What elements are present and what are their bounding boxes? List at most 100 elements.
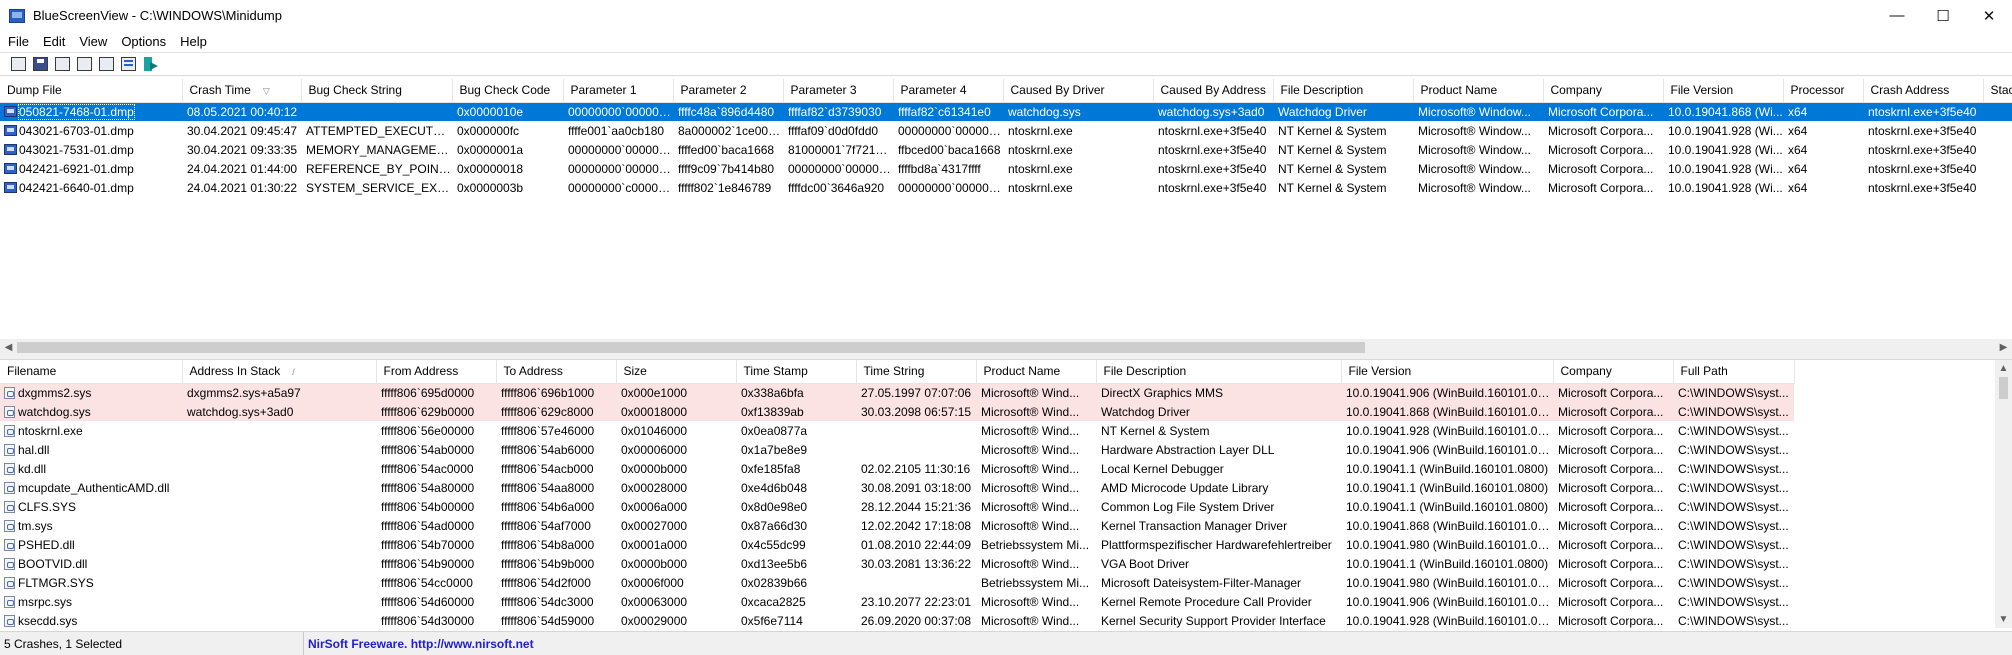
driver-header-time-stamp[interactable]: Time Stamp bbox=[736, 360, 857, 384]
save-button[interactable] bbox=[31, 55, 50, 74]
crash-header-company[interactable]: Company bbox=[1543, 79, 1664, 103]
driver-cell-full-path: C:\WINDOWS\syst... bbox=[1678, 537, 1789, 552]
crash-list[interactable]: Dump File Crash Time ▽ Bug Check String Bug … bbox=[0, 79, 2012, 339]
driver-cell-product-name: Microsoft® Wind... bbox=[981, 423, 1080, 438]
driver-row[interactable]: CLFS.SYS fffff806`54b00000 fffff806`54b6a0… bbox=[0, 497, 1794, 516]
driver-cell-file-version: 10.0.19041.868 (WinBuild.160101.0800) bbox=[1346, 518, 1553, 533]
crash-header-caused-by-address[interactable]: Caused By Address bbox=[1153, 79, 1274, 103]
maximize-button[interactable]: ☐ bbox=[1920, 0, 1966, 31]
scroll-down-icon[interactable]: ▼ bbox=[1995, 611, 2012, 628]
driver-cell-filename: msrpc.sys bbox=[0, 592, 182, 611]
crash-cell-file-description: NT Kernel & System bbox=[1278, 142, 1387, 157]
driver-row[interactable]: kd.dll fffff806`54ac0000 fffff806`54acb000… bbox=[0, 459, 1794, 478]
driver-row[interactable]: FLTMGR.SYS fffff806`54cc0000 fffff806`54d2… bbox=[0, 573, 1794, 592]
driver-file-icon bbox=[4, 519, 15, 532]
driver-row[interactable]: hal.dll fffff806`54ab0000 fffff806`54ab600… bbox=[0, 440, 1794, 459]
menu-view[interactable]: View bbox=[72, 34, 114, 49]
driver-filename: BOOTVID.dll bbox=[18, 556, 88, 571]
crash-cell-parameter-4: 00000000`000000... bbox=[898, 123, 1003, 138]
driver-row[interactable]: watchdog.sys watchdog.sys+3ad0 fffff806`62… bbox=[0, 402, 1794, 421]
menu-help[interactable]: Help bbox=[173, 34, 214, 49]
crash-row[interactable]: 050821-7468-01.dmp 08.05.2021 00:40:12 0x0… bbox=[0, 102, 2012, 121]
crash-header-parameter-4[interactable]: Parameter 4 bbox=[893, 79, 1004, 103]
driver-header-full-path[interactable]: Full Path bbox=[1673, 360, 1795, 384]
driver-header-file-version[interactable]: File Version bbox=[1341, 360, 1554, 384]
driver-cell-filename: tm.sys bbox=[0, 516, 182, 535]
toolbar bbox=[0, 52, 2012, 76]
driver-row[interactable]: tm.sys fffff806`54ad0000 fffff806`54af7000… bbox=[0, 516, 1794, 535]
driver-header-file-description[interactable]: File Description bbox=[1096, 360, 1342, 384]
menu-options[interactable]: Options bbox=[114, 34, 173, 49]
menu-edit[interactable]: Edit bbox=[36, 34, 72, 49]
driver-cell-filename: kd.dll bbox=[0, 459, 182, 478]
crash-row[interactable]: 042421-6640-01.dmp 24.04.2021 01:30:22 SYS… bbox=[0, 178, 2012, 197]
crash-header-processor[interactable]: Processor bbox=[1783, 79, 1864, 103]
crash-header-label: Bug Check String bbox=[308, 83, 402, 98]
advanced-options-button[interactable] bbox=[97, 55, 116, 74]
driver-filename: hal.dll bbox=[18, 442, 50, 457]
dump-file-icon bbox=[4, 162, 17, 174]
crash-header-parameter-2[interactable]: Parameter 2 bbox=[673, 79, 784, 103]
copy-icon bbox=[77, 57, 92, 71]
crash-cell-crash-address: ntoskrnl.exe+3f5e40 bbox=[1868, 142, 1977, 157]
crash-header-file-description[interactable]: File Description bbox=[1273, 79, 1414, 103]
crash-header-parameter-1[interactable]: Parameter 1 bbox=[563, 79, 674, 103]
close-button[interactable]: ✕ bbox=[1966, 0, 2012, 31]
crash-header-crash-address[interactable]: Crash Address bbox=[1863, 79, 1984, 103]
driver-cell-time-string: 30.08.2091 03:18:00 bbox=[861, 480, 972, 495]
driver-row[interactable]: mcupdate_AuthenticAMD.dll fffff806`54a800… bbox=[0, 478, 1794, 497]
driver-cell-filename: mcupdate_AuthenticAMD.dll bbox=[0, 478, 182, 497]
crash-row[interactable]: 043021-7531-01.dmp 30.04.2021 09:33:35 MEM… bbox=[0, 140, 2012, 159]
driver-header-time-string[interactable]: Time String bbox=[856, 360, 977, 384]
crash-header-bug-check-code[interactable]: Bug Check Code bbox=[452, 79, 564, 103]
driver-header-from-address[interactable]: From Address bbox=[376, 360, 497, 384]
driver-header-filename[interactable]: Filename bbox=[0, 360, 183, 384]
nirsoft-link[interactable]: NirSoft Freeware. http://www.nirsoft.net bbox=[304, 637, 534, 651]
driver-header-size[interactable]: Size bbox=[616, 360, 737, 384]
scroll-right-icon[interactable]: ▶ bbox=[1995, 339, 2012, 356]
driver-row[interactable]: msrpc.sys fffff806`54d60000 fffff806`54dc3… bbox=[0, 592, 1794, 611]
crash-row[interactable]: 043021-6703-01.dmp 30.04.2021 09:45:47 ATT… bbox=[0, 121, 2012, 140]
crash-header-product-name[interactable]: Product Name bbox=[1413, 79, 1544, 103]
driver-cell-file-description: Kernel Transaction Manager Driver bbox=[1101, 518, 1288, 533]
refresh-button[interactable] bbox=[53, 55, 72, 74]
driver-header-product-name[interactable]: Product Name bbox=[976, 360, 1097, 384]
crash-header-crash-time[interactable]: Crash Time ▽ bbox=[182, 79, 302, 103]
minimize-button[interactable]: — bbox=[1874, 0, 1920, 31]
driver-row[interactable]: ksecdd.sys fffff806`54d30000 fffff806`54d5… bbox=[0, 611, 1794, 628]
driver-header-company[interactable]: Company bbox=[1553, 360, 1674, 384]
crash-header-dump-file[interactable]: Dump File bbox=[0, 79, 183, 103]
driver-list[interactable]: Filename Address In Stack / From Address To … bbox=[0, 360, 2012, 628]
crash-header-caused-by-driver[interactable]: Caused By Driver bbox=[1003, 79, 1154, 103]
driver-header-to-address[interactable]: To Address bbox=[496, 360, 617, 384]
driver-cell-time-stamp: 0xfe185fa8 bbox=[741, 461, 801, 476]
driver-row[interactable]: ntoskrnl.exe fffff806`56e00000 fffff806`57… bbox=[0, 421, 1794, 440]
driver-filename: dxgmms2.sys bbox=[18, 385, 92, 400]
exit-button[interactable] bbox=[141, 55, 160, 74]
hscroll-thumb[interactable] bbox=[17, 342, 1365, 353]
vscroll-thumb[interactable] bbox=[1999, 377, 2008, 399]
scroll-left-icon[interactable]: ◀ bbox=[0, 339, 17, 356]
crash-row[interactable]: 042421-6921-01.dmp 24.04.2021 01:44:00 REF… bbox=[0, 159, 2012, 178]
crash-header-parameter-3[interactable]: Parameter 3 bbox=[783, 79, 894, 103]
crash-cell-stac bbox=[1983, 140, 2012, 159]
driver-cell-full-path: C:\WINDOWS\syst... bbox=[1678, 613, 1789, 628]
driver-file-icon bbox=[4, 595, 15, 608]
properties-button[interactable] bbox=[9, 55, 28, 74]
driver-row[interactable]: BOOTVID.dll fffff806`54b90000 fffff806`54b… bbox=[0, 554, 1794, 573]
crash-header-file-version[interactable]: File Version bbox=[1663, 79, 1784, 103]
menu-file[interactable]: File bbox=[0, 34, 36, 49]
crash-header-bug-check-string[interactable]: Bug Check String bbox=[301, 79, 453, 103]
properties-icon bbox=[11, 57, 26, 71]
crash-list-hscrollbar[interactable]: ◀ ▶ bbox=[0, 339, 2012, 356]
scroll-up-icon[interactable]: ▲ bbox=[1995, 360, 2012, 377]
crash-header-stac[interactable]: Stac bbox=[1983, 79, 2012, 103]
html-report-button[interactable] bbox=[119, 55, 138, 74]
driver-row[interactable]: PSHED.dll fffff806`54b70000 fffff806`54b8a… bbox=[0, 535, 1794, 554]
driver-cell-time-stamp: 0x5f6e7114 bbox=[741, 613, 803, 628]
driver-header-address-in-stack[interactable]: Address In Stack / bbox=[182, 360, 377, 384]
driver-cell-time-string bbox=[856, 440, 976, 459]
driver-row[interactable]: dxgmms2.sys dxgmms2.sys+a5a97 fffff806`695… bbox=[0, 383, 1794, 402]
copy-button[interactable] bbox=[75, 55, 94, 74]
driver-list-vscrollbar[interactable]: ▲ ▼ bbox=[1995, 360, 2012, 628]
